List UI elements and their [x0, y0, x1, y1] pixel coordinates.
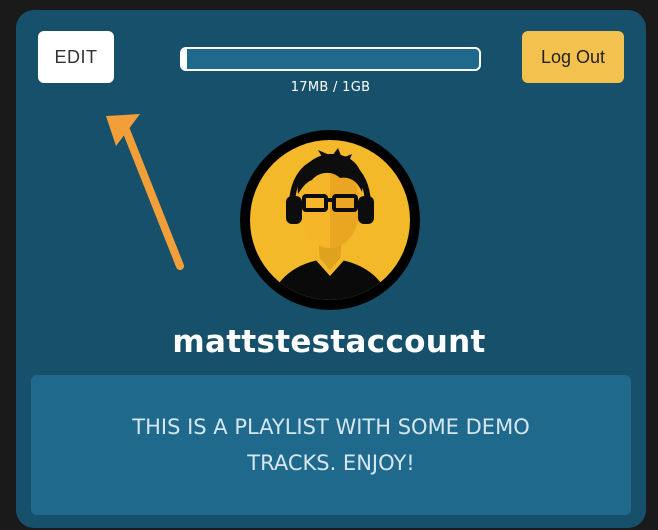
username: mattstestaccount	[172, 324, 486, 360]
pointer-arrow-icon	[106, 114, 184, 270]
storage-usage-label: 17MB / 1GB	[290, 80, 371, 95]
person-with-headphones-icon	[240, 130, 420, 310]
playlist-description: THIS IS A PLAYLIST WITH SOME DEMO TRACKS…	[132, 415, 530, 475]
logout-button[interactable]: Log Out	[522, 31, 624, 83]
storage-progress-fill	[182, 49, 188, 69]
description-panel: THIS IS A PLAYLIST WITH SOME DEMO TRACKS…	[31, 375, 631, 515]
storage-progress-bar	[180, 47, 481, 71]
edit-button[interactable]: EDIT	[38, 31, 114, 83]
